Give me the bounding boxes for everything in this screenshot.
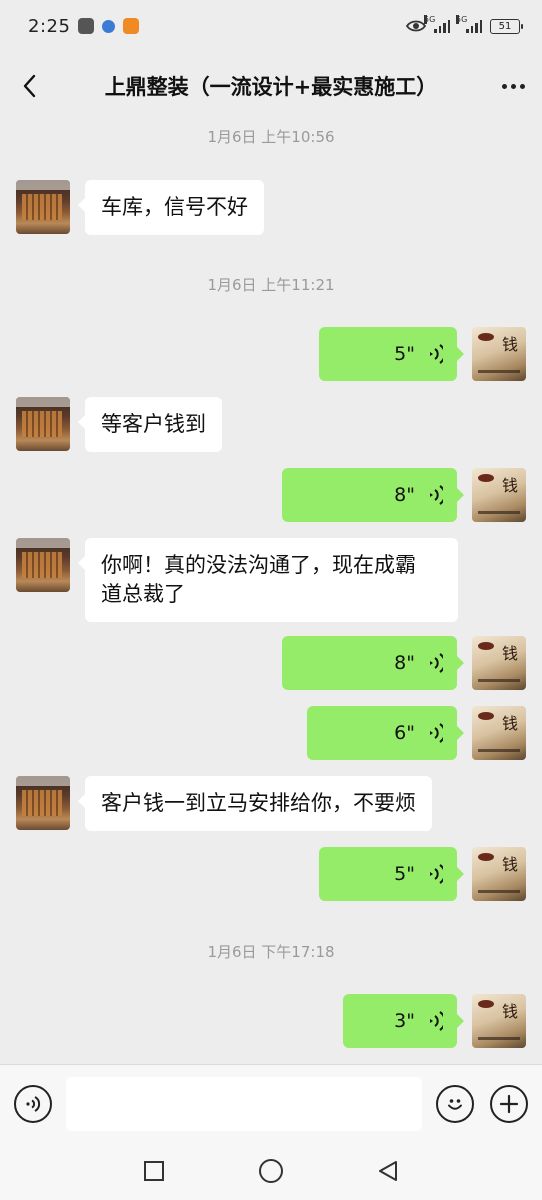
outgoing-voice-message[interactable]: 5" xyxy=(319,327,464,381)
message-text-line: 道总裁了 xyxy=(101,582,185,606)
message-input[interactable] xyxy=(66,1076,422,1131)
signal-icon-2: 5G xyxy=(456,15,482,33)
timestamp: 1月6日 上午10:56 xyxy=(207,128,335,146)
outgoing-voice-message[interactable]: 6" xyxy=(307,706,464,760)
plus-button[interactable] xyxy=(490,1084,528,1123)
incoming-text-message[interactable]: 等客户钱到 xyxy=(78,397,222,452)
more-dot xyxy=(501,83,507,89)
voice-duration: 8" xyxy=(394,483,415,506)
emoji-button[interactable] xyxy=(436,1084,474,1123)
more-dot xyxy=(519,83,525,89)
voice-duration: 5" xyxy=(394,342,415,365)
voice-wave-icon xyxy=(430,864,443,884)
voice-wave-icon xyxy=(430,723,443,743)
battery-icon: 51 xyxy=(490,18,523,34)
voice-duration: 8" xyxy=(394,651,415,674)
voice-wave-icon xyxy=(430,344,443,364)
incoming-text-message[interactable]: 车库，信号不好 xyxy=(78,180,264,235)
network-type-label-2: 5G xyxy=(456,15,468,24)
self-avatar-glyph: 钱 xyxy=(501,1002,518,1021)
voice-input-button[interactable] xyxy=(14,1084,52,1123)
input-bar xyxy=(0,1064,542,1142)
system-nav-bar xyxy=(0,1142,542,1200)
status-left: 2:25 xyxy=(28,15,140,37)
outgoing-voice-message[interactable]: 8" xyxy=(282,636,464,690)
shopping-bag-icon xyxy=(78,18,95,34)
message-text: 车库，信号不好 xyxy=(101,195,248,219)
voice-duration: 6" xyxy=(394,721,415,744)
voice-wave-icon xyxy=(430,485,443,505)
voice-input-icon xyxy=(26,1095,41,1112)
back-button[interactable] xyxy=(0,56,58,116)
incoming-text-message[interactable]: 你啊！真的没法沟通了，现在成霸 道总裁了 xyxy=(78,538,458,622)
self-avatar-glyph: 钱 xyxy=(501,855,518,874)
eye-icon xyxy=(406,20,426,32)
signal-icon: 5G xyxy=(424,15,450,33)
square-icon[interactable] xyxy=(142,1159,166,1183)
self-avatar-glyph: 钱 xyxy=(501,335,518,354)
self-avatar-glyph: 钱 xyxy=(501,476,518,495)
voice-duration: 3" xyxy=(394,1009,415,1032)
battery-level: 51 xyxy=(498,20,512,32)
plus-icon xyxy=(499,1094,519,1113)
self-avatar[interactable]: 钱 xyxy=(472,327,526,381)
timestamp: 1月6日 上午11:21 xyxy=(207,276,335,294)
status-time: 2:25 xyxy=(28,15,71,37)
self-avatar[interactable]: 钱 xyxy=(472,994,526,1048)
contact-avatar[interactable] xyxy=(16,538,70,592)
contact-avatar[interactable] xyxy=(16,776,70,830)
message-text-line: 你啊！真的没法沟通了，现在成霸 xyxy=(101,553,416,577)
browser-icon xyxy=(102,19,116,33)
self-avatar[interactable]: 钱 xyxy=(472,468,526,522)
contact-avatar[interactable] xyxy=(16,180,70,234)
outgoing-voice-message[interactable]: 5" xyxy=(319,847,464,901)
network-type-label: 5G xyxy=(424,15,436,24)
more-dot xyxy=(510,83,516,89)
message-text: 等客户钱到 xyxy=(101,412,206,436)
self-avatar[interactable]: 钱 xyxy=(472,636,526,690)
status-bar: 2:25 5G 5G 51 xyxy=(0,0,542,52)
self-avatar[interactable]: 钱 xyxy=(472,706,526,760)
voice-duration: 5" xyxy=(394,862,415,885)
triangle-back-icon[interactable] xyxy=(376,1159,400,1183)
chat-area[interactable]: 1月6日 上午10:56 车库，信号不好 1月6日 上午11:21 5" 钱 等… xyxy=(0,116,542,1064)
outgoing-voice-message[interactable]: 3" xyxy=(343,994,464,1048)
outgoing-voice-message[interactable]: 8" xyxy=(282,468,464,522)
chevron-left-icon xyxy=(23,74,36,98)
voice-wave-icon xyxy=(430,653,443,673)
self-avatar-glyph: 钱 xyxy=(501,644,518,663)
message-text: 客户钱一到立马安排给你，不要烦 xyxy=(101,791,416,815)
timestamp: 1月6日 下午17:18 xyxy=(207,943,335,961)
emoji-icon xyxy=(448,1098,462,1110)
voice-wave-icon xyxy=(430,1011,443,1031)
more-button[interactable] xyxy=(484,56,542,116)
self-avatar[interactable]: 钱 xyxy=(472,847,526,901)
incoming-text-message[interactable]: 客户钱一到立马安排给你，不要烦 xyxy=(78,776,432,831)
circle-icon[interactable] xyxy=(258,1158,284,1184)
video-app-icon xyxy=(123,18,140,34)
contact-avatar[interactable] xyxy=(16,397,70,451)
self-avatar-glyph: 钱 xyxy=(501,714,518,733)
status-right: 5G 5G 51 xyxy=(406,15,523,34)
chat-title: 上鼎整装（一流设计+最实惠施工） xyxy=(104,75,438,99)
chat-header: 上鼎整装（一流设计+最实惠施工） xyxy=(0,56,542,116)
